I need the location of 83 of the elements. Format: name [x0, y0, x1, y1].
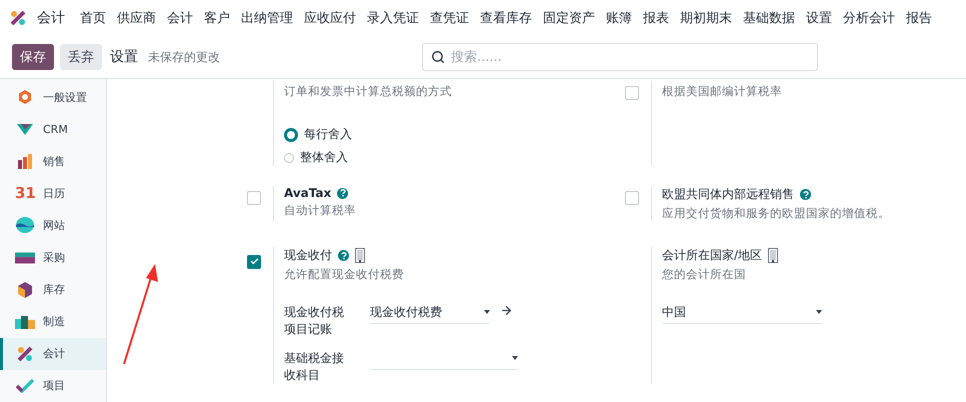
setting-title: AvaTax	[284, 186, 332, 200]
setting-description: 应用交付货物和服务的欧盟国家的增值税。	[662, 206, 890, 221]
checkbox[interactable]	[247, 254, 261, 268]
sidebar-label: 一般设置	[43, 90, 87, 105]
crm-app-icon	[15, 122, 35, 136]
caret-icon	[512, 356, 518, 360]
menu-item[interactable]: 首页	[80, 9, 106, 27]
menu-item[interactable]: 查凭证	[430, 9, 469, 27]
setting-description: 订单和发票中计算总税额的方式	[284, 84, 452, 99]
setting-description: 自动计算税率	[284, 203, 356, 218]
sidebar-item[interactable]: 31 日历	[0, 177, 106, 210]
project-app-icon	[15, 378, 35, 393]
sidebar-item[interactable]: 项目	[0, 370, 106, 402]
website-app-icon	[15, 217, 35, 234]
breadcrumb-title: 设置	[110, 48, 138, 66]
menu-item[interactable]: 报告	[906, 9, 932, 27]
select-field[interactable]: 现金收付税费	[370, 304, 490, 324]
setting-title: 欧盟共同体内部远程销售	[662, 186, 794, 203]
calendar-icon: 31	[15, 184, 35, 202]
checkbox[interactable]	[625, 86, 639, 100]
menu-item[interactable]: 基础数据	[743, 9, 795, 27]
purchase-app-icon	[15, 252, 35, 264]
sidebar-label: 项目	[43, 378, 65, 394]
discard-button[interactable]: 丢弃	[60, 44, 102, 70]
sidebar-item[interactable]: 库存	[0, 274, 106, 306]
sidebar-item[interactable]: 网站	[0, 209, 106, 242]
menu-item[interactable]: 应收应付	[304, 9, 356, 27]
help-icon[interactable]	[337, 188, 348, 198]
caret-icon	[484, 310, 490, 314]
field-label: 现金收付税项目记账	[284, 304, 345, 338]
sidebar-item[interactable]: 会计	[0, 338, 106, 370]
sidebar-label: 日历	[43, 186, 65, 201]
sales-app-icon	[15, 153, 35, 170]
menu-item[interactable]: 查看库存	[480, 9, 532, 27]
sidebar-label: 库存	[43, 282, 65, 298]
menu-item[interactable]: 供应商	[117, 9, 156, 27]
building-icon	[355, 248, 365, 263]
setting-title: 会计所在国家/地区	[662, 247, 762, 264]
sidebar-item[interactable]: 采购	[0, 241, 106, 274]
menu-item[interactable]: 设置	[806, 9, 832, 27]
menu-item[interactable]: 客户	[204, 9, 230, 27]
checkbox[interactable]	[625, 191, 639, 205]
menu-item[interactable]: 账簿	[606, 9, 632, 27]
sidebar-item[interactable]: 一般设置	[0, 81, 106, 114]
setting-title: 现金收付	[284, 247, 332, 264]
radio-option[interactable]: 每行舍入	[284, 126, 452, 143]
help-icon[interactable]	[338, 250, 349, 261]
menu-item[interactable]: 期初期末	[680, 9, 732, 27]
sidebar-label: 采购	[43, 250, 65, 266]
manufacturing-app-icon	[15, 314, 35, 329]
save-button[interactable]: 保存	[12, 44, 54, 70]
search-field[interactable]: 搜索......	[422, 43, 818, 71]
sidebar-label: 销售	[43, 154, 65, 169]
setting-description: 允许配置现金收付税费	[284, 267, 405, 282]
arrow-right-icon[interactable]	[500, 304, 513, 317]
help-icon[interactable]	[800, 189, 811, 200]
sidebar-label: 会计	[43, 346, 65, 362]
sidebar-item[interactable]: CRM	[0, 113, 106, 146]
menu-item[interactable]: 出纳管理	[241, 9, 293, 27]
radio-option[interactable]: 整体舍入	[284, 149, 452, 166]
menu-item[interactable]: 固定资产	[543, 9, 595, 27]
checkbox[interactable]	[247, 191, 261, 205]
sidebar-label: 制造	[43, 314, 65, 330]
sidebar-label: 网站	[43, 218, 65, 233]
menu-item[interactable]: 会计	[167, 9, 193, 27]
menu-item[interactable]: 分析会计	[843, 9, 895, 27]
app-name[interactable]: 会计	[37, 9, 65, 27]
setting-description: 您的会计所在国	[662, 267, 747, 282]
accounting-app-icon	[15, 346, 35, 362]
app-logo-icon[interactable]	[10, 10, 26, 26]
check-icon	[250, 257, 258, 266]
sidebar-item[interactable]: 制造	[0, 306, 106, 338]
field-label: 基础税金接收科目	[284, 350, 345, 384]
unsaved-status: 未保存的更改	[148, 48, 220, 66]
menu-item[interactable]: 录入凭证	[367, 9, 419, 27]
sidebar-item[interactable]: 销售	[0, 145, 106, 178]
sidebar-label: CRM	[43, 122, 68, 136]
caret-icon	[816, 310, 822, 314]
setting-description: 根据美国邮编计算税率	[662, 84, 782, 99]
building-icon	[768, 248, 778, 263]
menu-item[interactable]: 报表	[643, 9, 669, 27]
select-field[interactable]: 中国	[662, 304, 822, 324]
inventory-app-icon	[15, 282, 35, 298]
